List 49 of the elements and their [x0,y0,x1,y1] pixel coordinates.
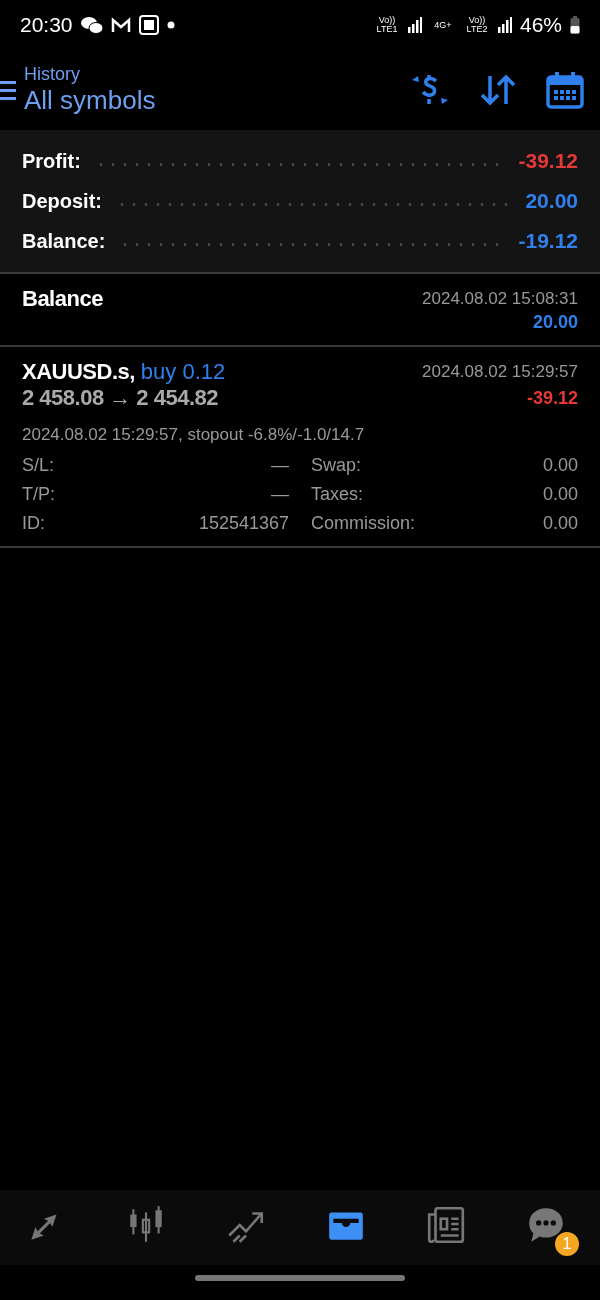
trade-side: buy 0.12 [140,359,226,384]
signal-icon [407,17,422,33]
detail-value: — [271,455,289,476]
summary-label: Profit: [22,149,81,173]
detail-value: 0.00 [542,455,578,476]
summary-value: -19.12 [518,229,578,253]
calendar-button[interactable] [546,71,584,109]
detail-value: — [271,484,289,505]
detail-value: 0.00 [542,513,578,534]
network-label: Vo)) LTE2 [465,16,489,34]
detail-label: S/L: [22,455,55,476]
clock: 20:30 [20,13,73,37]
screen-subtitle: History [24,64,81,85]
screen-title: All symbols [24,85,157,116]
entry-title: Balance [22,286,103,312]
network-label: Vo)) LTE1 [375,16,399,34]
battery-icon [570,16,580,34]
sort-arrows-icon [480,74,516,106]
battery-percent: 46% [519,13,562,37]
mail-icon [110,17,131,33]
entry-amount: 20.00 [532,312,578,333]
unread-badge: 1 [555,1231,579,1256]
network-label: 4G+ [433,20,453,30]
notification-dot-icon [166,21,175,29]
entry-amount: -39.12 [526,387,578,409]
price-range: 2 458.08 → 2 454.82 [22,385,218,411]
menu-button[interactable] [0,78,16,102]
entry-time: 2024.08.02 15:29:57 [422,362,578,382]
app-icon [138,15,159,35]
deal-comment: 2024.08.02 15:29:57, stopout -6.8%/-1.0/14.7 [22,425,366,445]
summary-value: -39.12 [518,149,578,173]
sort-button[interactable] [480,74,516,106]
symbol-name: XAUUSD.s, [22,359,135,384]
calendar-icon [546,71,584,109]
detail-label: Swap: [311,455,362,476]
entry-time: 2024.08.02 15:08:31 [422,289,578,309]
detail-label: Commission: [311,513,416,534]
detail-value: 152541367 [198,513,289,534]
detail-label: T/P: [22,484,55,505]
signal-icon [497,17,512,33]
nav-tab[interactable]: 1 [521,1199,579,1256]
detail-label: ID: [22,513,45,534]
summary-label: Deposit: [22,189,102,213]
detail-label: Taxes: [311,484,364,505]
detail-value: 0.00 [542,484,578,505]
menu-icon [0,78,16,102]
chat-app-icon [80,16,103,34]
summary-value: 20.00 [525,189,578,213]
summary-label: Balance: [22,229,106,253]
